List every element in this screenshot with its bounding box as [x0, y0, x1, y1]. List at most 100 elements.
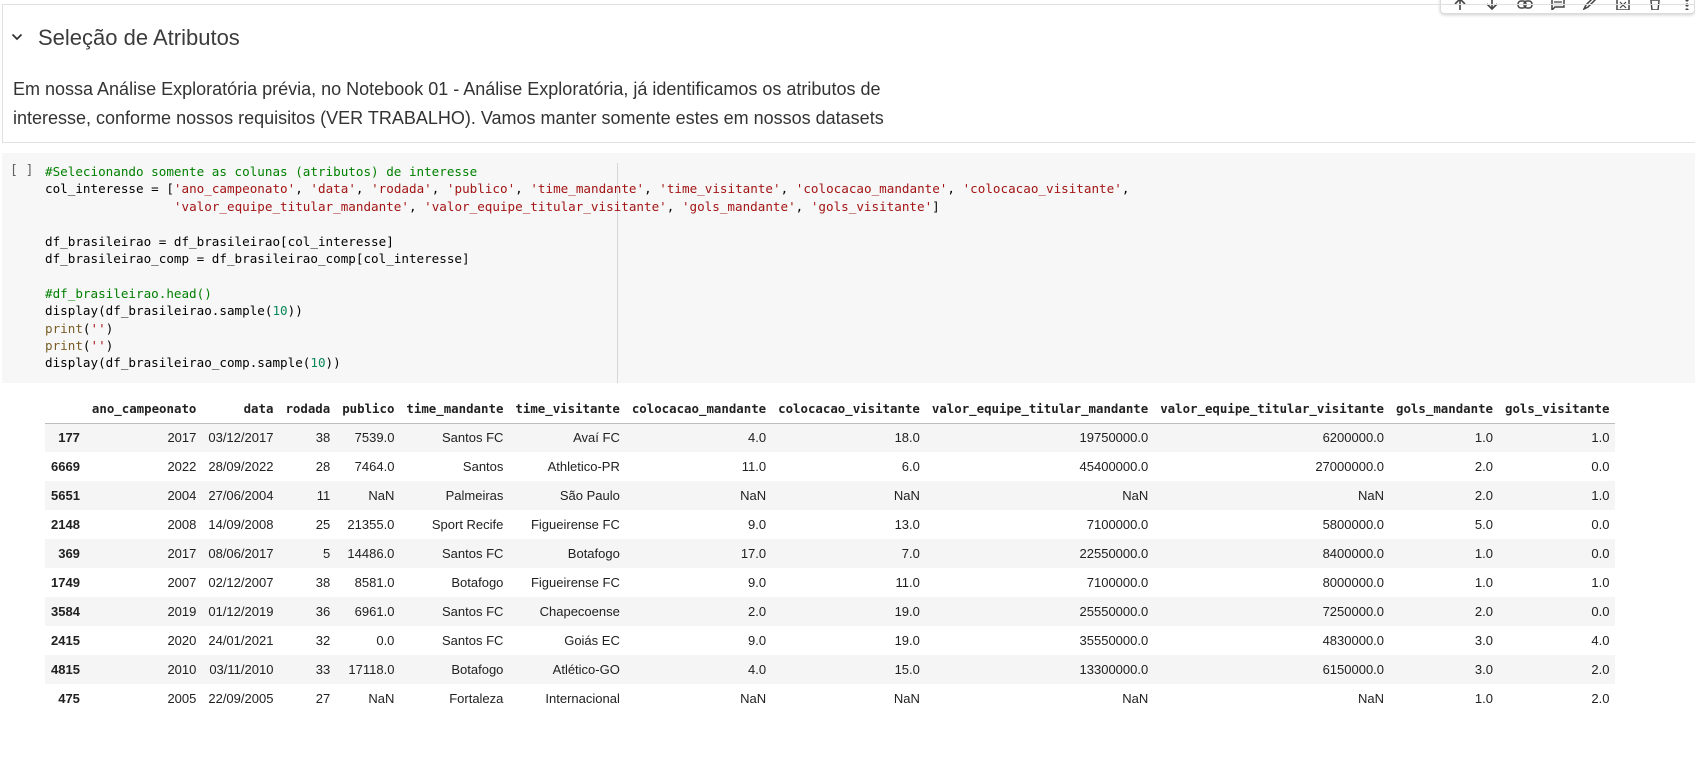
table-cell: 36 — [315, 604, 331, 619]
table-cell: 4.0 — [748, 430, 767, 446]
table-cell: 5 — [322, 546, 331, 561]
table-cell: 0.0 — [1591, 546, 1610, 561]
table-cell: Avaí FC — [573, 430, 620, 446]
row-index: 369 — [58, 546, 80, 561]
table-cell: NaN — [740, 691, 767, 706]
table-cell: 3.0 — [1474, 662, 1493, 677]
table-row: 5651 2004 27/06/2004 11 NaN Palmeiras São Paul… — [45, 481, 1616, 510]
table-cell: 6150000.0 — [1322, 662, 1385, 677]
table-cell: 2019 — [167, 604, 197, 619]
table-row: 475 2005 22/09/2005 27 NaN Fortaleza Internaci… — [45, 684, 1615, 713]
column-header: gols_visitante — [1499, 392, 1616, 424]
table-cell: 14/09/2008 — [208, 517, 274, 532]
column-header: colocacao_visitante — [772, 392, 926, 424]
chevron-down-icon[interactable] — [9, 29, 25, 45]
table-cell: 2.0 — [1591, 691, 1610, 706]
table-cell: Botafogo — [451, 575, 504, 590]
table-cell: 7100000.0 — [1086, 517, 1149, 532]
table-cell: NaN — [1358, 691, 1385, 706]
table-cell: 38 — [315, 430, 331, 446]
table-cell: 6961.0 — [354, 604, 395, 619]
table-row: 369 2017 08/06/2017 5 14486.0 Santos FC Botafo… — [45, 539, 1616, 568]
table-cell: 6.0 — [901, 459, 920, 474]
table-cell: 11.0 — [741, 459, 767, 474]
table-cell: 1.0 — [1591, 488, 1610, 503]
table-cell: 8000000.0 — [1322, 575, 1385, 590]
table-cell: Santos FC — [441, 430, 504, 446]
table-cell: 2020 — [167, 633, 197, 648]
table-cell: 0.0 — [1591, 604, 1610, 619]
code-line: df_brasileirao = df_brasileirao[col_inte… — [45, 233, 394, 249]
table-cell: 35550000.0 — [1079, 633, 1149, 648]
row-index: 4815 — [51, 662, 80, 677]
table-cell: 6200000.0 — [1322, 430, 1385, 446]
table-cell: Chapecoense — [539, 604, 620, 619]
table-cell: 13.0 — [894, 517, 920, 532]
table-cell: Figueirense FC — [530, 575, 620, 590]
table-cell: 2017 — [167, 430, 197, 446]
row-index: 475 — [58, 691, 80, 706]
table-row: 3584 2019 01/12/2019 36 6961.0 Santos FC Chape… — [45, 597, 1616, 626]
table-cell: 5.0 — [1474, 517, 1493, 532]
table-cell: 7539.0 — [354, 430, 395, 446]
table-body: 177 2017 03/12/2017 38 7539.0 Santos FC Avaí F… — [45, 423, 1616, 713]
table-cell: 14486.0 — [347, 546, 395, 561]
table-cell: São Paulo — [559, 488, 620, 503]
column-header: ano_campeonato — [85, 392, 203, 424]
table-cell: 08/06/2017 — [208, 546, 274, 561]
table-cell: 7250000.0 — [1322, 604, 1385, 619]
table-cell: 28 — [315, 459, 331, 474]
row-index: 3584 — [51, 604, 80, 619]
row-index: 2415 — [51, 633, 80, 648]
table-row: 2415 2020 24/01/2021 32 0.0 Santos FC Goiás EC… — [45, 626, 1615, 655]
table-cell: 13300000.0 — [1079, 662, 1149, 677]
code-editor[interactable]: #Selecionando somente as colunas (atribu… — [45, 163, 1129, 372]
table-cell: 17.0 — [740, 546, 767, 561]
table-cell: NaN — [1358, 488, 1385, 503]
table-cell: 9.0 — [748, 575, 767, 590]
table-header-row: ano_campeonato data rodada publico time_mand… — [45, 392, 1616, 424]
table-cell: Botafogo — [567, 546, 620, 561]
table-cell: 2007 — [167, 575, 197, 590]
table-cell: 2010 — [167, 662, 197, 677]
row-index: 2148 — [51, 517, 80, 532]
table-cell: 9.0 — [748, 633, 767, 648]
text-cell[interactable]: Seleção de Atributos Em nossa Análise Ex… — [2, 4, 1695, 143]
row-index: 5651 — [51, 488, 80, 503]
table-cell: Figueirense FC — [530, 517, 620, 532]
table-cell: 17118.0 — [348, 662, 395, 677]
table-cell: 1.0 — [1591, 575, 1610, 590]
table-cell: 32 — [315, 633, 331, 648]
table-cell: 1.0 — [1474, 691, 1493, 706]
run-cell-button[interactable]: [ ] — [10, 163, 33, 178]
table-cell: 18.0 — [894, 430, 920, 446]
column-header: publico — [336, 392, 401, 424]
table-cell: Internacional — [545, 691, 620, 706]
table-cell: 45400000.0 — [1079, 459, 1149, 474]
table-cell: 8400000.0 — [1322, 546, 1385, 561]
table-cell: 33 — [315, 662, 331, 677]
table-cell: 7464.0 — [354, 459, 395, 474]
table-cell: NaN — [368, 488, 395, 503]
section-title: Seleção de Atributos — [38, 25, 240, 50]
table-cell: 5800000.0 — [1322, 517, 1385, 532]
table-row: 6669 2022 28/09/2022 28 7464.0 Santos Athletic… — [45, 452, 1615, 481]
table-cell: NaN — [893, 488, 920, 503]
table-cell: 19750000.0 — [1079, 430, 1149, 446]
table-cell: 01/12/2019 — [208, 604, 274, 619]
table-cell: 2017 — [167, 546, 197, 561]
table-cell: 2004 — [167, 488, 197, 503]
column-header: time_mandante — [400, 392, 510, 424]
column-header: data — [202, 392, 280, 424]
code-comment: #Selecionando somente as colunas (atribu… — [45, 164, 478, 179]
column-header: rodada — [279, 392, 337, 424]
table-cell: Palmeiras — [445, 488, 504, 503]
table-cell: Athletico-PR — [547, 459, 620, 474]
table-cell: NaN — [893, 691, 920, 706]
table-cell: Santos FC — [441, 633, 504, 648]
table-cell: 2.0 — [1591, 662, 1610, 677]
column-header: gols_mandante — [1390, 392, 1499, 424]
table-cell: 2.0 — [1474, 459, 1493, 474]
index-header — [45, 392, 86, 424]
table-cell: NaN — [1122, 691, 1149, 706]
